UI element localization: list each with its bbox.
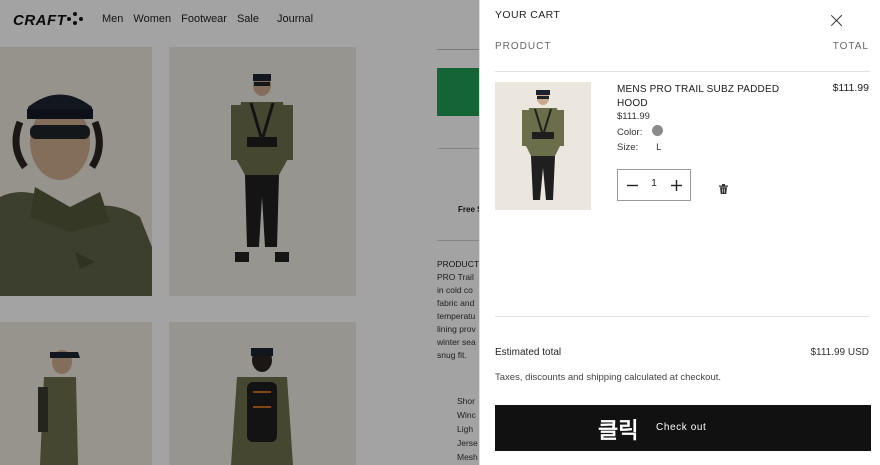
estimated-total-label: Estimated total [495,347,562,358]
cart-drawer: YOUR CART PRODUCT TOTAL MENS PRO TRAIL S… [479,0,880,465]
estimated-total-value: $111.99 USD [810,347,869,358]
modal-backdrop[interactable] [0,0,480,465]
close-icon[interactable] [830,14,844,28]
minus-icon[interactable] [620,170,644,200]
quantity-stepper: 1 [617,169,691,201]
taxes-note: Taxes, discounts and shipping calculated… [495,372,722,383]
cart-item-image[interactable] [495,82,591,210]
cart-item-size: Size: L [617,142,661,153]
color-swatch [652,125,663,136]
column-header-product: PRODUCT [495,41,552,52]
size-value: L [656,142,662,153]
divider [495,316,870,317]
column-header-total: TOTAL [832,41,869,52]
divider [495,71,870,72]
cart-item-color-label: Color: [617,127,643,138]
size-label: Size: [617,142,639,153]
trash-icon[interactable] [719,181,728,194]
plus-icon[interactable] [664,170,688,200]
click-annotation: 클릭 [598,419,639,444]
checkout-button[interactable]: 클릭 Check out [495,405,871,451]
cart-item-name[interactable]: MENS PRO TRAIL SUBZ PADDED HOOD [617,83,787,110]
checkout-label: Check out [656,422,707,433]
quantity-value[interactable]: 1 [644,178,664,189]
cart-item-line-total: $111.99 [832,82,869,94]
cart-title: YOUR CART [495,9,561,21]
cart-item-price: $111.99 [617,111,650,122]
